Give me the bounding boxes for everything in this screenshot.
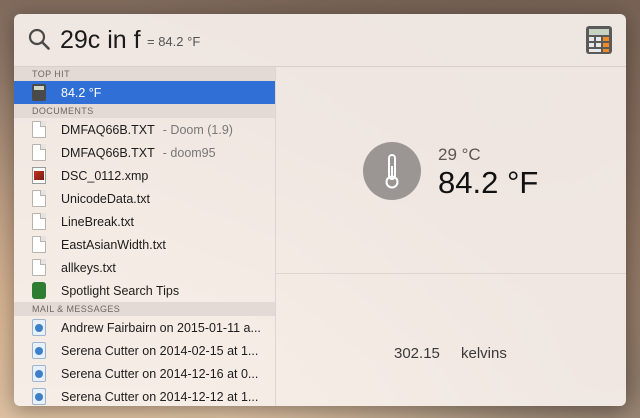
section-header-mail-messages: MAIL & MESSAGES bbox=[14, 302, 275, 316]
result-row-document[interactable]: LineBreak.txt bbox=[14, 210, 275, 233]
result-row-top-hit[interactable]: 84.2 °F bbox=[14, 81, 275, 104]
fahrenheit-value: 84.2 °F bbox=[438, 165, 539, 200]
spotlight-window: 29c in f = 84.2 °F TOP HIT 84.2 °F DOCUM… bbox=[14, 14, 626, 406]
inline-conversion-result: = 84.2 °F bbox=[147, 34, 201, 49]
result-label: Serena Cutter on 2014-02-15 at 1... bbox=[61, 343, 259, 358]
result-label: Serena Cutter on 2014-12-12 at 1... bbox=[61, 389, 259, 404]
result-label: DMFAQ66B.TXT bbox=[61, 145, 155, 160]
search-bar[interactable]: 29c in f = 84.2 °F bbox=[14, 14, 626, 67]
calculator-app-icon bbox=[586, 26, 612, 54]
result-row-message[interactable]: Serena Cutter on 2014-02-15 at 1... bbox=[14, 339, 275, 362]
result-label: UnicodeData.txt bbox=[61, 191, 150, 206]
result-row-message[interactable]: Serena Cutter on 2014-12-16 at 0... bbox=[14, 362, 275, 385]
celsius-value: 29 °C bbox=[438, 145, 481, 164]
result-row-document[interactable]: UnicodeData.txt bbox=[14, 187, 275, 210]
document-icon bbox=[32, 190, 46, 207]
result-sublabel: - doom95 bbox=[162, 145, 216, 160]
document-icon bbox=[32, 121, 46, 138]
result-row-document[interactable]: DMFAQ66B.TXT - doom95 bbox=[14, 141, 275, 164]
result-label: EastAsianWidth.txt bbox=[61, 237, 166, 252]
mail-message-icon bbox=[32, 388, 46, 405]
result-label: Spotlight Search Tips bbox=[61, 283, 180, 298]
document-icon bbox=[32, 144, 46, 161]
mail-message-icon bbox=[32, 319, 46, 336]
result-label: DSC_0112.xmp bbox=[61, 168, 149, 183]
kelvin-value: 302.15 bbox=[394, 345, 440, 362]
result-row-document[interactable]: Spotlight Search Tips bbox=[14, 279, 275, 302]
kelvin-unit: kelvins bbox=[461, 345, 507, 362]
thermometer-icon bbox=[363, 142, 421, 200]
results-list: TOP HIT 84.2 °F DOCUMENTS DMFAQ66B.TXT -… bbox=[14, 67, 276, 406]
result-label: 84.2 °F bbox=[61, 85, 102, 100]
document-icon bbox=[32, 213, 46, 230]
result-label: DMFAQ66B.TXT bbox=[61, 122, 155, 137]
mail-message-icon bbox=[32, 365, 46, 382]
conversion-preview: 29 °C 84.2 °F bbox=[276, 67, 626, 274]
section-header-top-hit: TOP HIT bbox=[14, 67, 275, 81]
result-row-document[interactable]: DMFAQ66B.TXT - Doom (1.9) bbox=[14, 118, 275, 141]
image-file-icon bbox=[32, 167, 46, 184]
document-icon bbox=[32, 236, 46, 253]
tips-book-icon bbox=[32, 282, 46, 299]
preview-pane: 29 °C 84.2 °F 302.15 kelvins bbox=[276, 67, 626, 406]
result-sublabel: - Doom (1.9) bbox=[162, 122, 233, 137]
mail-message-icon bbox=[32, 342, 46, 359]
result-row-message[interactable]: Serena Cutter on 2014-12-12 at 1... bbox=[14, 385, 275, 406]
result-label: Andrew Fairbairn on 2015-01-11 a... bbox=[61, 320, 261, 335]
result-label: LineBreak.txt bbox=[61, 214, 134, 229]
result-row-document[interactable]: DSC_0112.xmp bbox=[14, 164, 275, 187]
result-label: Serena Cutter on 2014-12-16 at 0... bbox=[61, 366, 259, 381]
result-row-message[interactable]: Andrew Fairbairn on 2015-01-11 a... bbox=[14, 316, 275, 339]
section-header-documents: DOCUMENTS bbox=[14, 104, 275, 118]
result-label: allkeys.txt bbox=[61, 260, 116, 275]
result-row-document[interactable]: allkeys.txt bbox=[14, 256, 275, 279]
document-icon bbox=[32, 259, 46, 276]
search-query-input[interactable]: 29c in f bbox=[60, 26, 141, 55]
calculator-icon bbox=[32, 84, 46, 101]
search-icon bbox=[28, 28, 50, 50]
result-row-document[interactable]: EastAsianWidth.txt bbox=[14, 233, 275, 256]
